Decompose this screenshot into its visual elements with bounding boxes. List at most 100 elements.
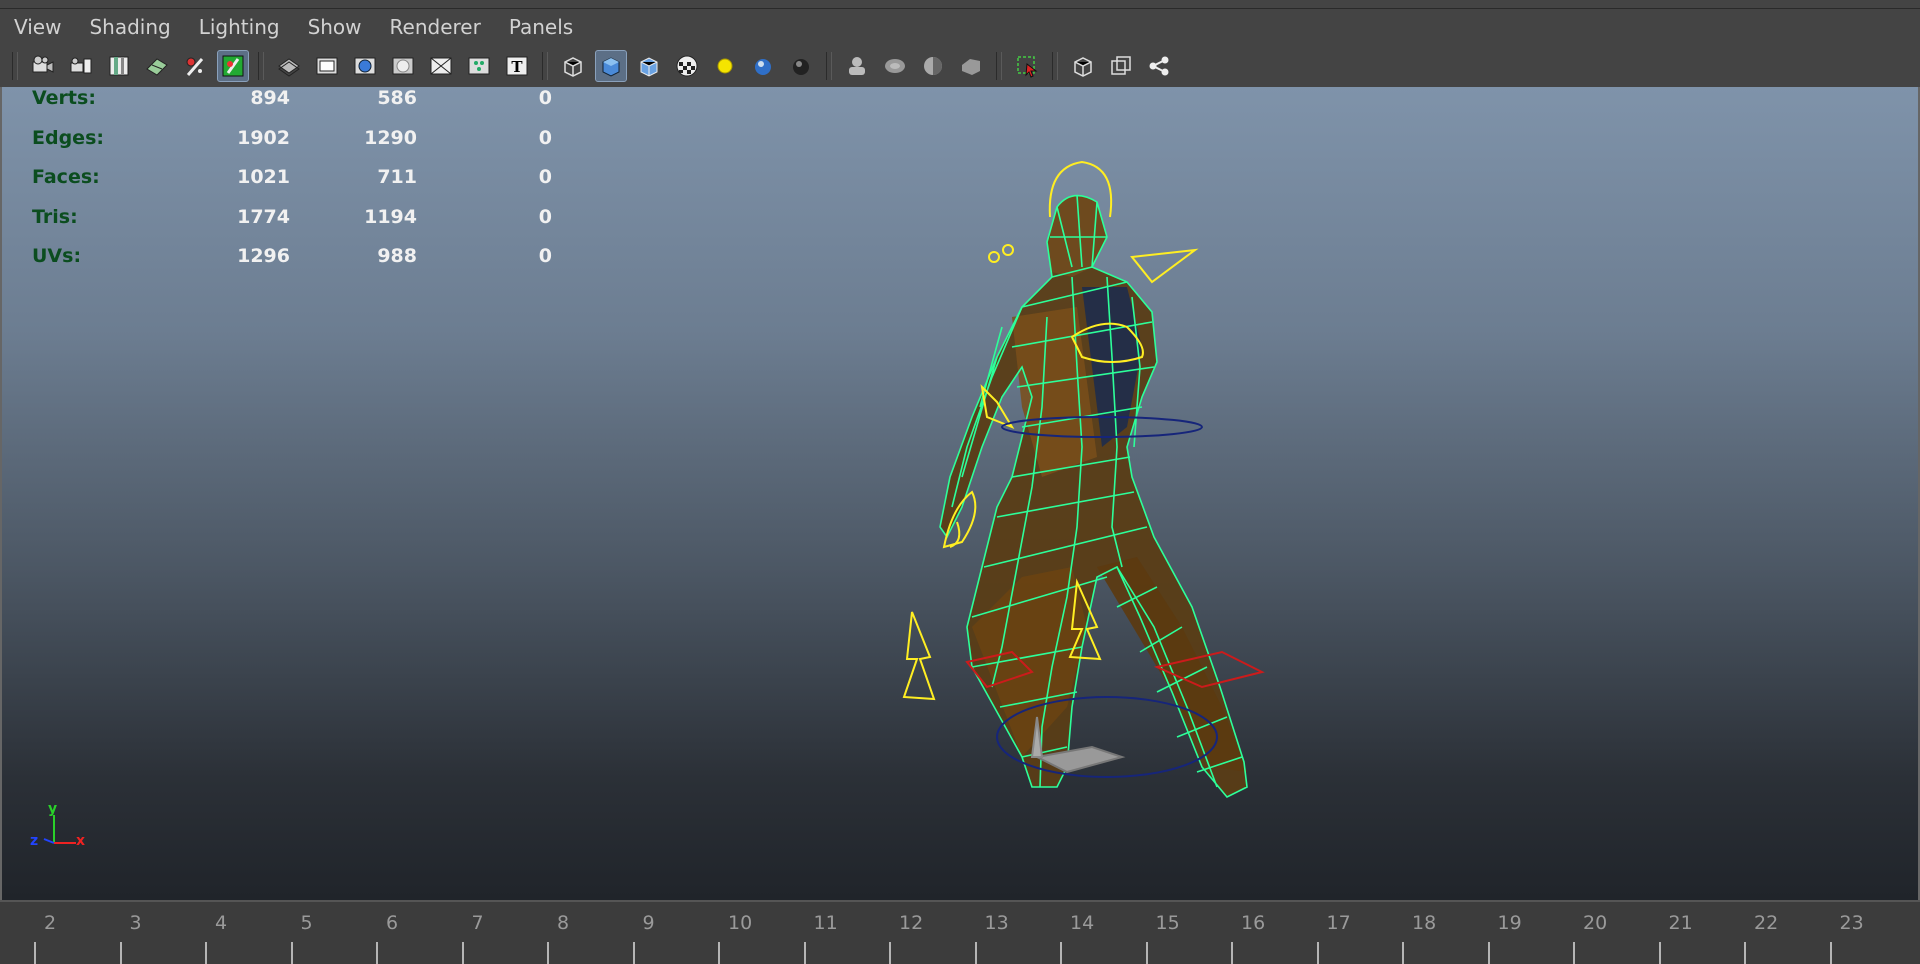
hud-value-components: 0 (538, 245, 552, 267)
hud-row-edges: Edges: 1902 1290 0 (32, 127, 552, 167)
panel-menu-bar: View Shading Lighting Show Renderer Pane… (0, 9, 1920, 45)
hud-value-scene: 1774 (237, 205, 290, 228)
timeline-frame-number: 5 (300, 912, 313, 934)
hud-value-components: 0 (538, 87, 552, 109)
hud-row-tris: Tris: 1774 1194 0 (32, 206, 552, 246)
xray-icon[interactable] (879, 50, 911, 82)
toolbar-separator (258, 52, 264, 80)
timeline-frame-number: 10 (728, 912, 753, 934)
camera-attributes-icon[interactable] (27, 50, 59, 82)
hud-value-selected: 1194 (364, 205, 417, 228)
timeline-tick (1231, 942, 1233, 964)
timeline-frame-number: 14 (1070, 912, 1095, 934)
timeline-frame-number: 4 (215, 912, 228, 934)
timeline-tick (974, 942, 977, 964)
front-view-icon[interactable] (1067, 50, 1099, 82)
timeline-frame-number: 8 (557, 912, 570, 934)
timeline-frame-number: 12 (899, 912, 924, 934)
hud-value-scene: 894 (250, 87, 290, 109)
textured-icon[interactable] (671, 50, 703, 82)
image-plane-icon[interactable] (103, 50, 135, 82)
hud-row-verts: Verts: 894 586 0 (32, 87, 552, 127)
toolbar-separator (542, 52, 548, 80)
all-lights-icon[interactable] (747, 50, 779, 82)
timeline-tick (1744, 942, 1746, 964)
timeline-tick (461, 942, 464, 964)
timeline-tick (1060, 942, 1062, 964)
menu-shading[interactable]: Shading (75, 9, 184, 45)
timeline-tick (889, 942, 891, 964)
timeline-frame-number: 21 (1668, 912, 1693, 934)
hud-value-selected: 711 (377, 166, 417, 188)
hud-text-icon[interactable]: T (501, 50, 533, 82)
toolbar-separator (1052, 52, 1058, 80)
hud-label: UVs: (32, 245, 82, 267)
panel-toolbar: T (0, 45, 1920, 87)
ambient-occlusion-icon[interactable] (955, 50, 987, 82)
timeline-tick (1573, 942, 1575, 964)
safe-title-icon[interactable] (425, 50, 457, 82)
hud-row-faces: Faces: 1021 711 0 (32, 166, 552, 206)
character-mesh[interactable] (940, 195, 1247, 798)
timeline-frame-number: 23 (1839, 912, 1864, 934)
timeline-tick (205, 942, 207, 964)
timeline-frame-number: 3 (129, 912, 142, 934)
default-lighting-icon[interactable] (709, 50, 741, 82)
toolbar-separator (12, 52, 18, 80)
field-chart-icon[interactable] (349, 50, 381, 82)
backface-icon[interactable] (917, 50, 949, 82)
xray-joints-icon[interactable] (463, 50, 495, 82)
side-view-icon[interactable] (1105, 50, 1137, 82)
timeline-frame-number: 9 (642, 912, 655, 934)
toolbar-separator (826, 52, 832, 80)
select-camera-icon[interactable] (1011, 50, 1043, 82)
timeline-frame-number: 19 (1497, 912, 1522, 934)
axis-gizmo: y x z (30, 801, 85, 849)
shadows-icon[interactable] (785, 50, 817, 82)
x-axis-label: x (76, 833, 85, 849)
menu-show[interactable]: Show (294, 9, 376, 45)
timeline-frame-number: 22 (1754, 912, 1779, 934)
toolbar-separator (996, 52, 1002, 80)
hud-value-selected: 1290 (364, 126, 417, 149)
time-slider[interactable]: 2 3 4 5 6 7 8 9 10 11 12 13 14 15 16 17 18 19 20 21 22 23 (0, 900, 1920, 964)
hud-value-scene: 1296 (237, 245, 290, 267)
hud-value-components: 0 (538, 166, 552, 188)
hypergraph-icon[interactable] (1143, 50, 1175, 82)
grease-pencil-icon[interactable] (179, 50, 211, 82)
timeline-tick (1316, 942, 1319, 964)
resolution-gate-icon[interactable] (217, 50, 249, 82)
y-axis-label: y (48, 801, 57, 817)
timeline-tick (1487, 942, 1490, 964)
isolate-select-icon[interactable] (841, 50, 873, 82)
menu-panels[interactable]: Panels (495, 9, 587, 45)
menu-renderer[interactable]: Renderer (376, 9, 495, 45)
film-gate-icon[interactable] (311, 50, 343, 82)
hud-value-scene: 1021 (237, 166, 290, 188)
menu-lighting[interactable]: Lighting (185, 9, 294, 45)
svg-text:T: T (511, 58, 523, 76)
smooth-shade-icon[interactable] (595, 50, 627, 82)
hud-value-scene: 1902 (237, 126, 290, 149)
wireframe-icon[interactable] (557, 50, 589, 82)
grid-icon[interactable] (273, 50, 305, 82)
z-axis-label: z (30, 833, 38, 849)
hud-value-selected: 988 (377, 245, 417, 267)
wireframe-on-shaded-icon[interactable] (633, 50, 665, 82)
timeline-tick (547, 942, 549, 964)
2d-pan-zoom-icon[interactable] (141, 50, 173, 82)
bookmark-camera-icon[interactable] (65, 50, 97, 82)
hud-value-selected: 586 (377, 87, 417, 109)
menu-view[interactable]: View (0, 9, 75, 45)
safe-action-icon[interactable] (387, 50, 419, 82)
hud-label: Faces: (32, 166, 100, 188)
hud-row-uvs: UVs: 1296 988 0 (32, 245, 552, 285)
timeline-tick (718, 942, 720, 964)
timeline-tick (119, 942, 122, 964)
hud-label: Verts: (32, 87, 96, 109)
timeline-tick (632, 942, 635, 964)
timeline-frame-number: 15 (1155, 912, 1180, 934)
perspective-viewport[interactable]: Verts: 894 586 0 Edges: 1902 1290 0 Face… (0, 87, 1920, 900)
timeline-frame-number: 2 (44, 912, 57, 934)
character-model[interactable] (872, 147, 1312, 900)
